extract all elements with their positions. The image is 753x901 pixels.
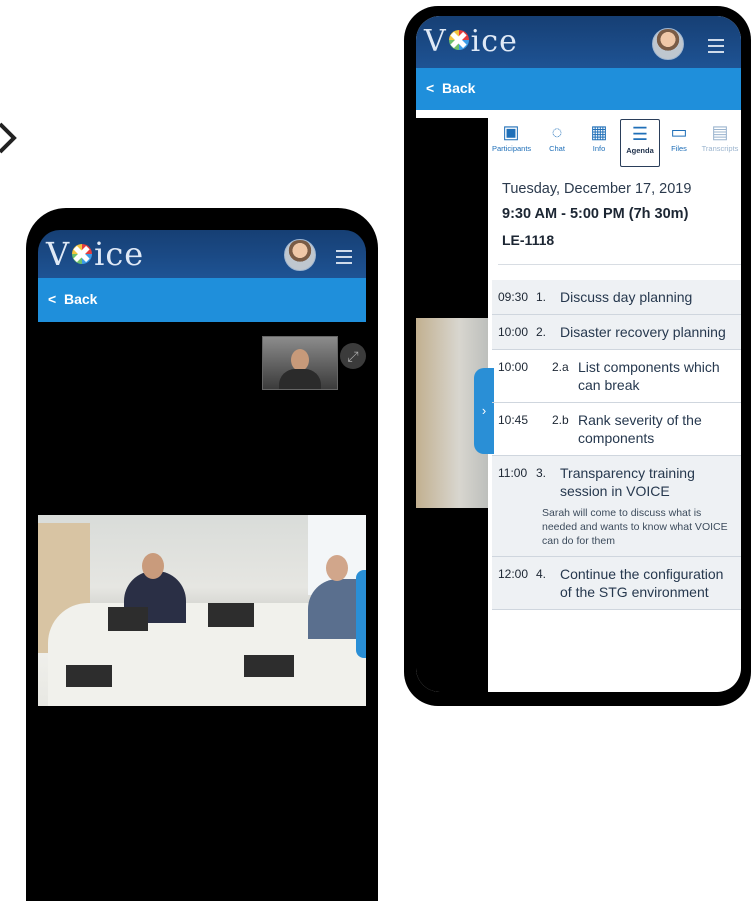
participant-head [142, 553, 164, 579]
tab-transcripts[interactable]: ▤ Transcripts [698, 118, 741, 168]
collapse-panel-tab[interactable]: › [474, 368, 494, 454]
self-video-thumbnail[interactable] [262, 336, 338, 390]
divider [498, 264, 741, 265]
participants-icon: ▣ [502, 122, 520, 142]
right-phone-screen: Vice < Back › ▣ Participants ◌ Chat ▦ In… [416, 16, 741, 692]
back-button[interactable]: < Back [48, 291, 97, 307]
back-bar: < Back [416, 68, 741, 110]
tab-files[interactable]: ▭ Files [660, 118, 698, 168]
side-panel-tab[interactable] [356, 570, 366, 658]
agenda-item[interactable]: 11:00 3. Transparency training session in … [492, 456, 741, 557]
voice-logo-mark [448, 30, 469, 50]
list-icon: ☰ [631, 124, 649, 144]
agenda-item-description: Sarah will come to discuss what is neede… [542, 507, 728, 547]
self-video-person-head [291, 349, 309, 371]
hamburger-menu-icon[interactable] [336, 250, 352, 264]
laptop [66, 665, 112, 687]
voice-logo-mark [72, 243, 93, 264]
voice-logo: Vice [424, 24, 518, 59]
meeting-date: Tuesday, December 17, 2019 [502, 181, 692, 197]
book-icon: ▤ [711, 122, 729, 142]
laptop [244, 655, 294, 677]
laptop [108, 607, 148, 631]
left-phone-frame: Vice < Back ⤢ [26, 208, 378, 901]
back-button[interactable]: < Back [426, 80, 475, 96]
folder-icon: ▭ [670, 122, 688, 142]
expand-icon[interactable]: ⤢ [340, 343, 366, 369]
agenda-list: 09:30 1. Discuss day planning 10:00 2. Disas… [492, 280, 741, 610]
remote-video-feed[interactable] [38, 515, 366, 706]
chat-icon: ◌ [551, 122, 563, 142]
agenda-subitem[interactable]: 10:45 2.b Rank severity of the components [492, 403, 741, 456]
hamburger-menu-icon[interactable] [708, 39, 724, 53]
app-header: Vice [416, 16, 741, 68]
self-video-person-body [279, 369, 321, 389]
laptop [208, 603, 254, 627]
avatar[interactable] [284, 239, 316, 271]
voice-logo: Vice [46, 235, 145, 273]
back-bar: < Back [38, 278, 366, 322]
agenda-item[interactable]: 12:00 4. Continue the configuration of the… [492, 557, 741, 610]
agenda-item[interactable]: 09:30 1. Discuss day planning [492, 280, 741, 315]
right-phone-frame: Vice < Back › ▣ Participants ◌ Chat ▦ In… [404, 6, 751, 706]
avatar[interactable] [652, 28, 684, 60]
panel-tabs: ▣ Participants ◌ Chat ▦ Info ☰ Agenda ▭ … [492, 118, 741, 168]
app-header: Vice [38, 230, 366, 278]
calendar-icon: ▦ [590, 122, 608, 142]
agenda-item[interactable]: 10:00 2. Disaster recovery planning [492, 315, 741, 350]
tab-chat[interactable]: ◌ Chat [538, 118, 576, 168]
tab-agenda[interactable]: ☰ Agenda [620, 119, 660, 167]
tab-participants[interactable]: ▣ Participants [492, 118, 531, 168]
left-phone-screen: Vice < Back ⤢ [38, 230, 366, 901]
participant-head [326, 555, 348, 581]
meeting-room: LE-1118 [502, 232, 555, 248]
edge-mark [0, 122, 17, 154]
meeting-time: 9:30 AM - 5:00 PM (7h 30m) [502, 206, 689, 222]
tab-info[interactable]: ▦ Info [580, 118, 618, 168]
agenda-subitem[interactable]: 10:00 2.a List components which can break [492, 350, 741, 403]
